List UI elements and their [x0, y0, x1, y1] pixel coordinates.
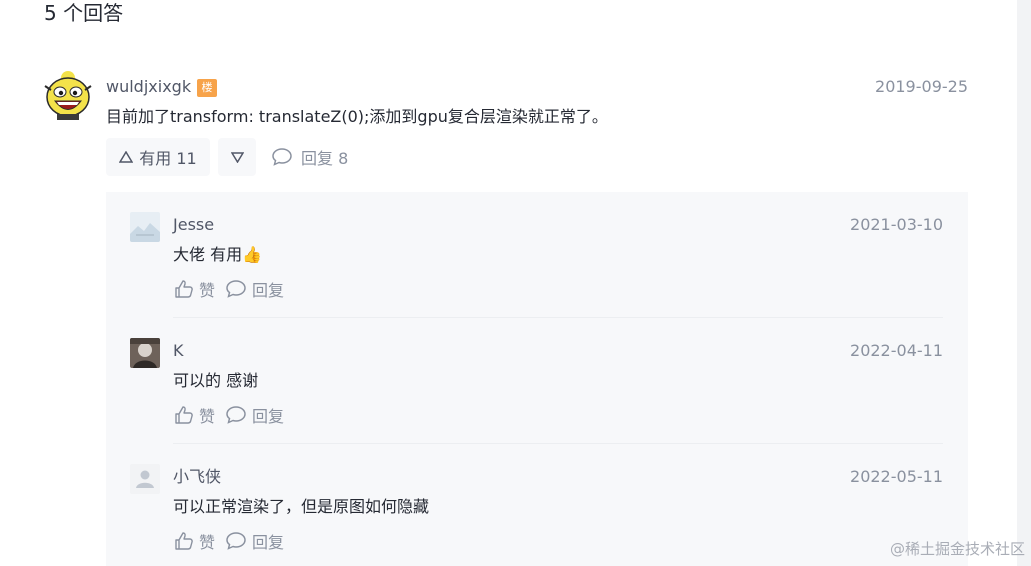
thumbs-up-emoji: 👍	[242, 245, 263, 264]
answer-username[interactable]: wuldjxixgk	[106, 76, 191, 98]
reply-item: Jesse 2021-03-10 大佬 有用👍 赞 回复	[106, 192, 968, 318]
thumbs-up-icon	[175, 532, 193, 550]
reply-label: 回复	[252, 281, 285, 300]
reply-content: 可以正常渲染了，但是原图如何隐藏	[173, 497, 430, 516]
reply-date: 2022-05-11	[850, 467, 943, 486]
reply-item: K 2022-04-11 可以的 感谢 赞 回复	[106, 318, 968, 444]
like-button[interactable]: 赞	[174, 529, 215, 553]
avatar[interactable]	[43, 70, 93, 120]
reply-actions: 赞 回复	[174, 530, 294, 552]
reply-content: 大佬 有用👍	[173, 243, 262, 267]
like-button[interactable]: 赞	[174, 277, 215, 301]
comment-icon	[226, 280, 246, 298]
reply-button[interactable]: 回复	[225, 277, 284, 301]
reply-button[interactable]: 回复	[225, 529, 284, 553]
reply-username[interactable]: K	[173, 340, 184, 362]
reply-button[interactable]: 回复 8	[271, 144, 348, 170]
useful-count: 有用 11	[139, 149, 197, 168]
triangle-up-icon	[119, 151, 134, 163]
reply-username[interactable]: Jesse	[173, 214, 214, 236]
reply-actions: 赞 回复	[174, 278, 294, 300]
scrollbar-gutter[interactable]	[1017, 0, 1031, 566]
comment-icon	[226, 406, 246, 424]
comment-icon	[272, 148, 292, 166]
answer-content: 目前加了transform: translateZ(0);添加到gpu复合层渲染…	[106, 107, 608, 126]
like-label: 赞	[199, 533, 216, 552]
thumbs-up-icon	[175, 406, 193, 424]
reply-count: 回复 8	[301, 149, 349, 168]
reply-label: 回复	[252, 407, 285, 426]
reply-item: 小飞侠 2022-05-11 可以正常渲染了，但是原图如何隐藏 赞 回复	[106, 444, 968, 566]
like-label: 赞	[199, 281, 216, 300]
floor-badge: 楼	[197, 79, 217, 97]
triangle-down-icon	[230, 151, 244, 163]
reply-date: 2021-03-10	[850, 215, 943, 234]
avatar[interactable]	[130, 338, 160, 368]
avatar[interactable]	[130, 464, 160, 494]
reply-actions: 赞 回复	[174, 404, 294, 426]
reply-label: 回复	[252, 533, 285, 552]
thumbs-up-icon	[175, 280, 193, 298]
answers-count-heading: 5 个回答	[44, 1, 124, 25]
reply-date: 2022-04-11	[850, 341, 943, 360]
reply-list: Jesse 2021-03-10 大佬 有用👍 赞 回复 K 2022-04-1…	[106, 192, 968, 566]
avatar[interactable]	[130, 212, 160, 242]
useful-button[interactable]: 有用 11	[106, 138, 210, 176]
like-label: 赞	[199, 407, 216, 426]
not-useful-button[interactable]	[218, 138, 256, 176]
reply-text: 大佬 有用	[173, 245, 243, 264]
answer-date: 2019-09-25	[875, 77, 968, 96]
reply-button[interactable]: 回复	[225, 403, 284, 427]
comment-icon	[226, 532, 246, 550]
reply-content: 可以的 感谢	[173, 371, 259, 390]
watermark: @稀土掘金技术社区	[889, 540, 1025, 558]
reply-username[interactable]: 小飞侠	[173, 466, 221, 488]
like-button[interactable]: 赞	[174, 403, 215, 427]
